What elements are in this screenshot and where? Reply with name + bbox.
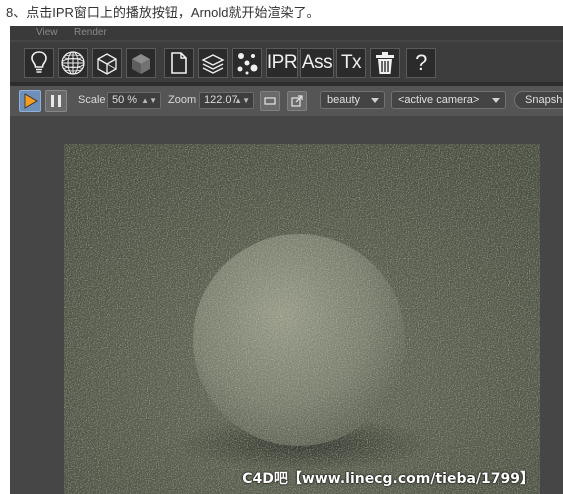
layers-icon[interactable] [198,48,228,78]
particles-icon[interactable] [232,48,262,78]
tx-button[interactable]: Tx [336,48,366,78]
help-button[interactable]: ? [406,48,436,78]
camera-value: <active camera> [398,94,480,106]
caption-text: 8、点击IPR窗口上的播放按钮，Arnold就开始渲染了。 [6,5,320,20]
watermark-text: C4D吧【www.linecg.com/tieba/1799】 [242,471,534,487]
zoom-field[interactable]: 122.07 ▲▼ [199,92,254,109]
document-icon[interactable] [164,48,194,78]
chevron-down-icon [371,98,379,103]
trash-icon[interactable] [370,48,400,78]
shaded-cube-icon[interactable] [126,48,156,78]
zoom-value: 122.07 [204,94,238,106]
menu-bar: View Render [10,26,563,40]
wireframe-sphere-icon[interactable] [58,48,88,78]
play-icon[interactable] [19,90,41,112]
aov-value: beauty [327,94,361,106]
render-viewport: C4D吧【www.linecg.com/tieba/1799】 [10,116,563,494]
chevron-down-icon [492,98,500,103]
open-external-icon[interactable] [287,91,307,111]
snapshot-button[interactable]: Snapsh [514,91,563,109]
ipr-button[interactable]: IPR [266,48,298,78]
zoom-spinner-icon[interactable]: ▲▼ [234,93,250,108]
main-toolbar: IPR Ass Tx ? [10,42,563,82]
menu-view[interactable]: View [36,27,58,38]
scale-field[interactable]: 50 % ▲▼ [107,92,161,109]
zoom-label: Zoom [168,94,197,106]
render-image: C4D吧【www.linecg.com/tieba/1799】 [64,144,540,494]
pause-icon[interactable] [45,90,67,112]
camera-dropdown[interactable]: <active camera> [391,91,506,109]
scale-value: 50 % [112,94,138,106]
menu-render[interactable]: Render [74,27,107,38]
ass-export-button[interactable]: Ass [300,48,334,78]
scale-label: Scale [78,94,106,106]
wireframe-cube-icon[interactable] [92,48,122,78]
light-bulb-icon[interactable] [24,48,54,78]
scale-spinner-icon[interactable]: ▲▼ [141,93,157,108]
snapshot-label: Snapsh [525,94,563,106]
arnold-ipr-window: View Render IPR Ass Tx ? Scale 50 % ▲▼ Z… [10,26,563,494]
ipr-toolbar: Scale 50 % ▲▼ Zoom 122.07 ▲▼ beauty <act… [10,86,563,116]
aov-dropdown[interactable]: beauty [320,91,385,109]
fit-view-icon[interactable] [260,91,280,111]
